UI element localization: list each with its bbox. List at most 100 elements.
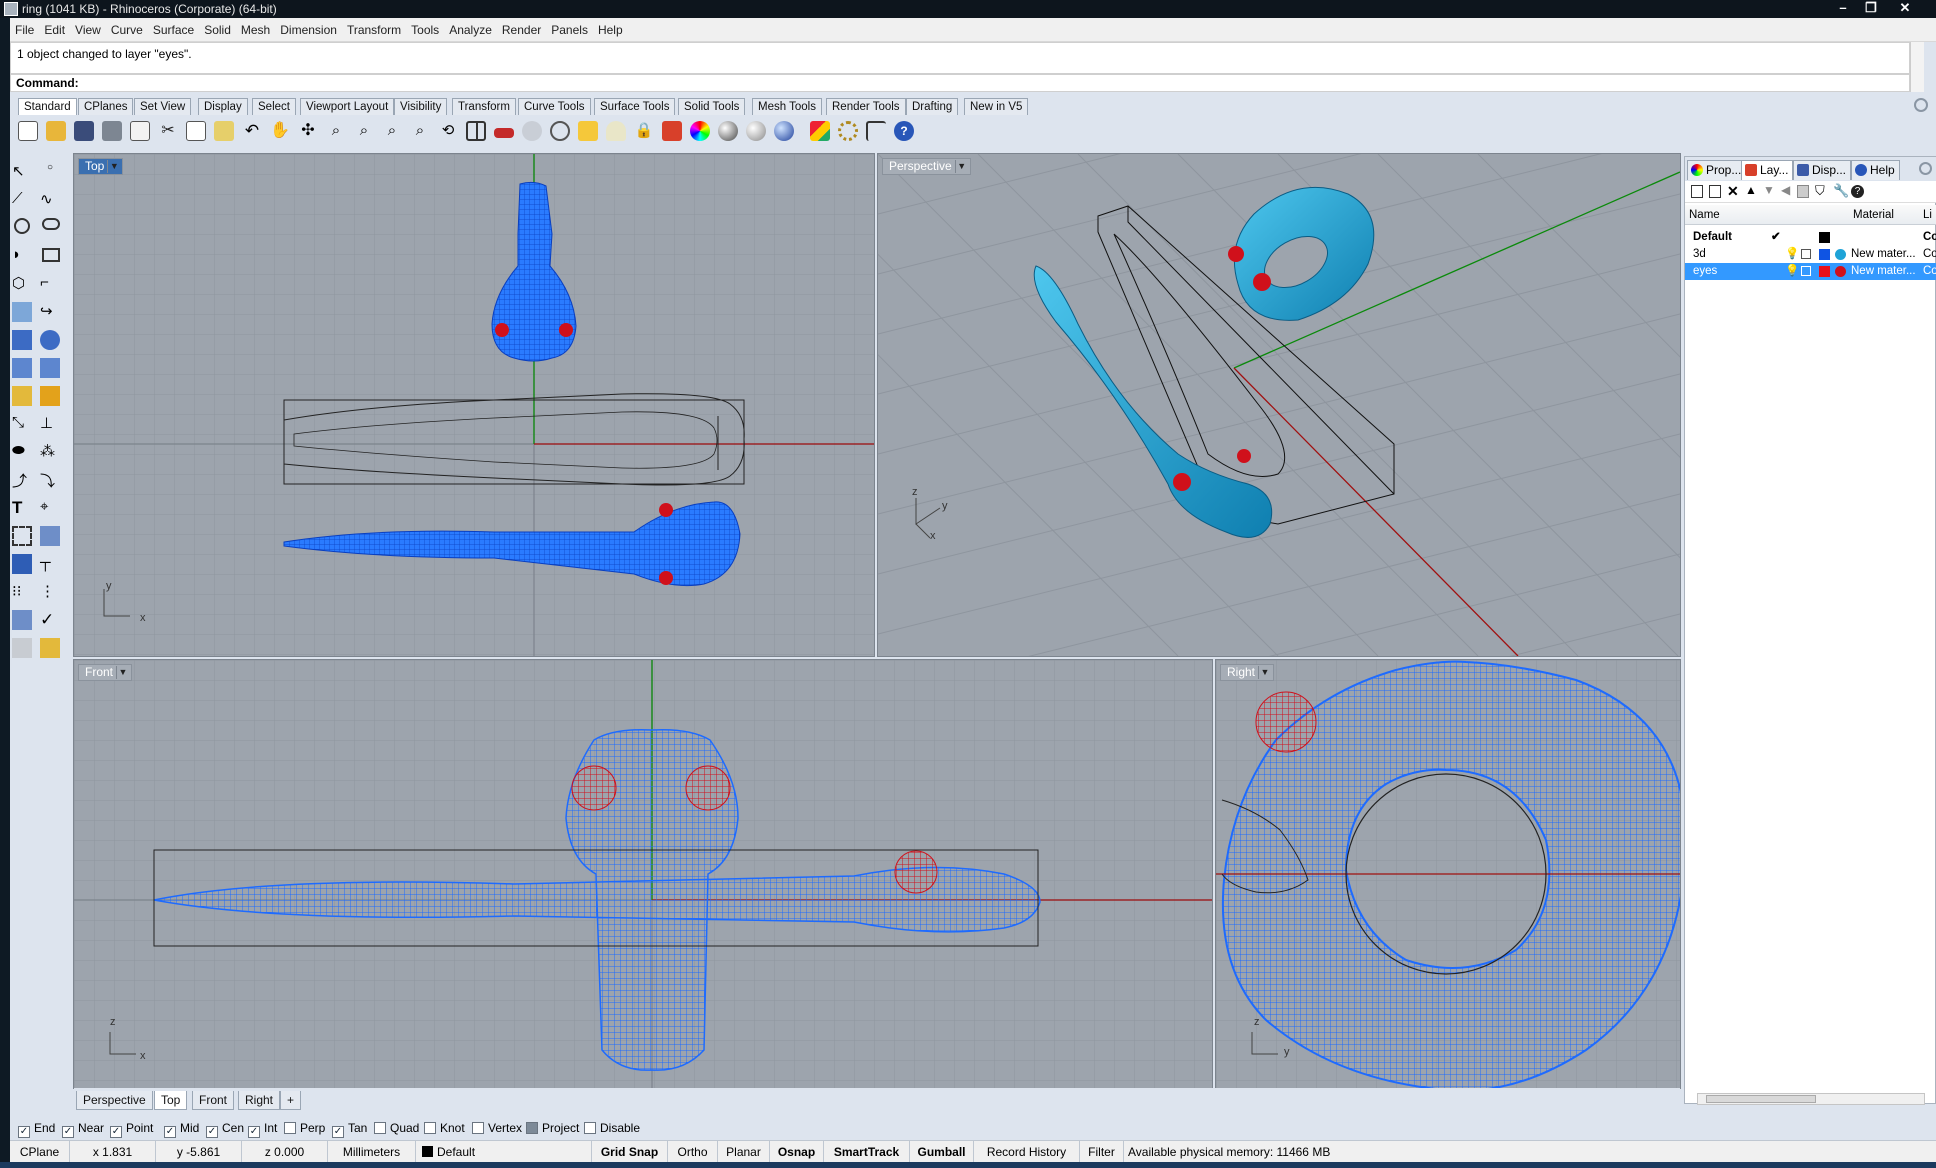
layer-row-default[interactable]: Default ✔ Co (1685, 229, 1936, 246)
tab-visibility[interactable]: Visibility (394, 98, 448, 115)
render-sphere-icon[interactable] (774, 121, 794, 141)
unlock-icon[interactable] (1801, 249, 1811, 259)
osnap-project[interactable]: Project (526, 1121, 579, 1135)
viewport-tab-perspective[interactable]: Perspective (76, 1091, 153, 1110)
new-icon[interactable] (18, 121, 38, 141)
toolbar-settings-gear-icon[interactable] (1914, 98, 1928, 112)
command-prompt[interactable]: Command: (10, 74, 1910, 92)
tab-solid-tools[interactable]: Solid Tools (678, 98, 746, 115)
menu-surface[interactable]: Surface (148, 18, 199, 42)
panel-horizontal-scrollbar[interactable] (1697, 1093, 1925, 1105)
dimension-icon[interactable] (866, 121, 886, 141)
history-icon[interactable]: ⋮ (40, 582, 60, 602)
help-icon[interactable]: ? (1851, 185, 1864, 198)
extend-curve-icon[interactable]: ↪ (40, 302, 60, 322)
analyze-icon[interactable] (40, 526, 60, 546)
status-grid-snap[interactable]: Grid Snap (592, 1141, 668, 1163)
zoom-dynamic-icon[interactable]: ⌕ (326, 121, 346, 141)
tab-mesh-tools[interactable]: Mesh Tools (752, 98, 822, 115)
tab-select[interactable]: Select (252, 98, 296, 115)
zoom-extents-icon[interactable]: ⌕ (382, 121, 402, 141)
checkbox[interactable] (584, 1122, 596, 1134)
checkbox[interactable]: ✓ (332, 1126, 344, 1138)
lock-icon[interactable]: 🔒 (634, 121, 654, 141)
layer-color-swatch[interactable] (1819, 249, 1830, 260)
panel-tab-help[interactable]: Help (1851, 160, 1900, 180)
maximize-button[interactable]: ❐ (1858, 0, 1884, 18)
panel-tab-properties[interactable]: Prop... (1687, 160, 1747, 180)
trim-icon[interactable]: ⤴ (12, 470, 32, 490)
layer-color-swatch[interactable] (1819, 266, 1830, 277)
undo-icon[interactable]: ↶ (242, 121, 262, 141)
status-layer[interactable]: Default (416, 1141, 592, 1163)
new-sublayer-icon[interactable] (1709, 185, 1721, 198)
status-cplane[interactable]: CPlane (10, 1141, 70, 1163)
osnap-quad[interactable]: Quad (374, 1121, 419, 1135)
scale-icon[interactable] (40, 386, 60, 406)
arc-icon[interactable]: ◗ (12, 246, 32, 266)
osnap-cen[interactable]: ✓ Cen (206, 1121, 244, 1138)
boolean-union-icon[interactable] (40, 330, 60, 350)
point-icon[interactable]: ○ (40, 162, 60, 182)
minimize-button[interactable]: – (1830, 0, 1856, 18)
menu-solid[interactable]: Solid (199, 18, 236, 42)
menu-curve[interactable]: Curve (106, 18, 148, 42)
osnap-end[interactable]: ✓ End (18, 1121, 55, 1138)
checkbox[interactable]: ✓ (248, 1126, 260, 1138)
tab-render-tools[interactable]: Render Tools (826, 98, 906, 115)
delete-layer-icon[interactable]: ✕ (1727, 183, 1739, 200)
zoom-selected-icon[interactable]: ⌕ (410, 121, 430, 141)
copy-icon[interactable] (186, 121, 206, 141)
menu-tools[interactable]: Tools (406, 18, 444, 42)
viewport-label-perspective[interactable]: Perspective ▼ (882, 158, 971, 175)
ellipse-icon[interactable] (42, 218, 60, 230)
viewport-front[interactable]: Front ▼ z x (73, 659, 1213, 1089)
check-icon[interactable]: ✓ (40, 610, 60, 630)
viewport-perspective[interactable]: Perspective ▼ z y x (877, 153, 1681, 657)
paste-icon[interactable] (214, 121, 234, 141)
dimension-tool-icon[interactable]: ⌖ (40, 498, 60, 518)
osnap-near[interactable]: ✓ Near (62, 1121, 104, 1138)
osnap-tan[interactable]: ✓ Tan (332, 1121, 367, 1138)
status-units[interactable]: Millimeters (328, 1141, 416, 1163)
panel-settings-gear-icon[interactable] (1919, 162, 1932, 175)
menu-help[interactable]: Help (593, 18, 628, 42)
solid-box-icon[interactable] (12, 554, 32, 574)
save-icon[interactable] (74, 121, 94, 141)
menu-transform[interactable]: Transform (342, 18, 406, 42)
checkbox[interactable]: ✓ (206, 1126, 218, 1138)
extrude-icon[interactable] (12, 358, 32, 378)
viewport-tab-top[interactable]: Top (154, 1091, 188, 1110)
render-ghost-icon[interactable] (746, 121, 766, 141)
material-icon[interactable] (40, 638, 60, 658)
fillet-icon[interactable]: ⌐ (40, 274, 60, 294)
chevron-down-icon[interactable]: ▼ (107, 160, 120, 173)
viewport-label-front[interactable]: Front ▼ (78, 664, 133, 681)
lightbulb-icon[interactable]: 💡 (1785, 263, 1799, 280)
project-icon[interactable] (12, 610, 32, 630)
layer-material[interactable]: New mater... (1851, 246, 1916, 263)
panel-tab-display[interactable]: Disp... (1793, 160, 1852, 180)
osnap-int[interactable]: ✓ Int (248, 1121, 277, 1138)
column-material[interactable]: Material (1853, 205, 1894, 225)
checkbox[interactable]: ✓ (110, 1126, 122, 1138)
panel-tab-layers[interactable]: Lay... (1741, 160, 1794, 180)
rectangle-icon[interactable] (42, 248, 60, 262)
chevron-down-icon[interactable]: ▼ (1258, 666, 1271, 679)
status-ortho[interactable]: Ortho (668, 1141, 718, 1163)
viewport-label-right[interactable]: Right ▼ (1220, 664, 1275, 681)
menu-analyze[interactable]: Analyze (444, 18, 497, 42)
tab-curve-tools[interactable]: Curve Tools (518, 98, 591, 115)
move-down-icon[interactable]: ▼ (1763, 183, 1775, 197)
box-icon[interactable] (12, 330, 32, 350)
group-icon[interactable]: ⬬ (12, 442, 32, 462)
array-icon[interactable] (12, 526, 32, 546)
unlock-icon[interactable] (1801, 266, 1811, 276)
layer-row-eyes[interactable]: eyes 💡 New mater... Co (1685, 263, 1936, 280)
menu-edit[interactable]: Edit (39, 18, 70, 42)
status-osnap[interactable]: Osnap (770, 1141, 824, 1163)
help-icon[interactable]: ? (894, 121, 914, 141)
chevron-down-icon[interactable]: ▼ (116, 666, 129, 679)
split-icon[interactable]: ⤵ (40, 470, 60, 490)
viewport-top[interactable]: Top ▼ y x (73, 153, 875, 657)
